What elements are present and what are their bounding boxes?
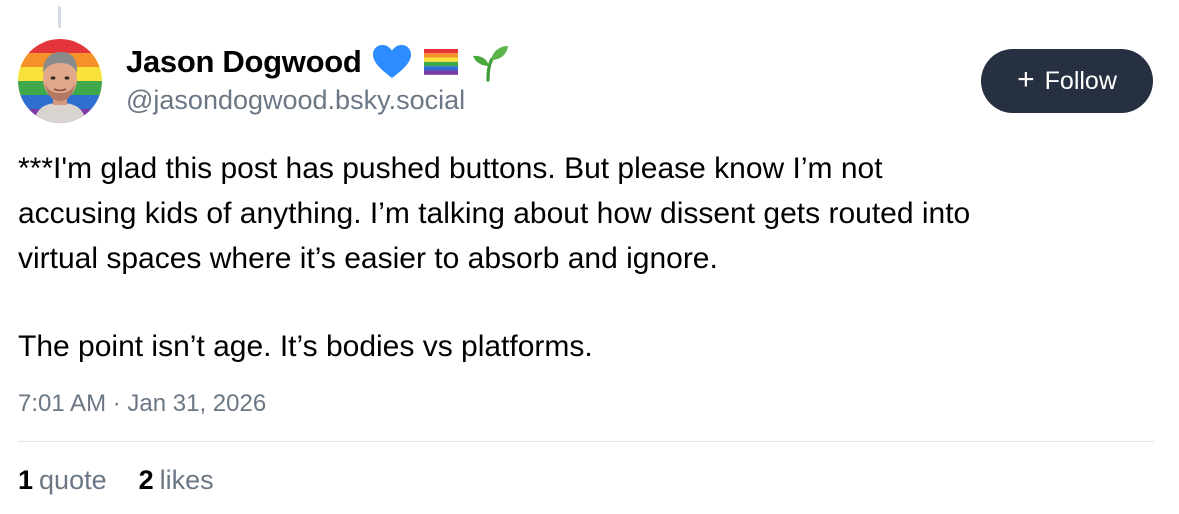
seedling-icon [470,42,510,82]
likes-count: 2 [138,465,154,495]
post-text-line: accusing kids of anything. I’m talking a… [18,197,971,230]
blue-heart-icon [372,44,412,80]
author-handle[interactable]: @jasondogwood.bsky.social [126,85,465,116]
engagement-stats: 1 quote 2 likes [18,465,214,496]
divider [18,441,1154,442]
author-display-name[interactable]: Jason Dogwood [126,44,362,80]
quotes-label: quote [39,465,107,495]
post-text-line: virtual spaces where it’s easier to abso… [18,242,718,275]
post-text: ***I'm glad this post has pushed buttons… [18,146,1163,369]
quotes-count: 1 [18,465,34,495]
follow-button[interactable]: + Follow [981,49,1153,113]
quotes-stat[interactable]: 1 quote [18,465,107,496]
likes-label: likes [159,465,214,495]
post-text-line: The point isn’t age. It’s bodies vs plat… [18,330,593,363]
rainbow-flag-icon [422,47,460,77]
likes-stat[interactable]: 2 likes [139,465,214,496]
avatar[interactable] [18,39,102,123]
avatar-pride-portrait [18,39,102,123]
post-timestamp[interactable]: 7:01 AM · Jan 31, 2026 [18,390,266,418]
thread-connector-line [58,6,61,28]
follow-button-label: Follow [1044,66,1117,95]
post-text-line: ***I'm glad this post has pushed buttons… [18,152,883,185]
plus-icon: + [1017,62,1035,96]
author-name-row: Jason Dogwood [126,41,510,83]
